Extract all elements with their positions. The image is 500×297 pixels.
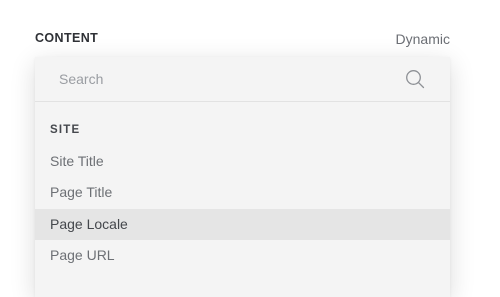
menu-item-page-locale[interactable]: Page Locale [35, 209, 450, 240]
dynamic-mode-label[interactable]: Dynamic [396, 31, 450, 47]
section-heading-site: SITE [50, 124, 81, 136]
dynamic-content-dropdown: SITE Site Title Page Title Page Locale P… [35, 57, 450, 297]
search-input[interactable] [49, 57, 389, 101]
menu-item-page-url[interactable]: Page URL [35, 240, 450, 271]
menu-item-site-title[interactable]: Site Title [35, 146, 450, 177]
menu-item-page-title[interactable]: Page Title [35, 177, 450, 208]
search-row [35, 57, 450, 102]
search-icon[interactable] [405, 69, 425, 89]
content-label: CONTENT [35, 31, 99, 45]
